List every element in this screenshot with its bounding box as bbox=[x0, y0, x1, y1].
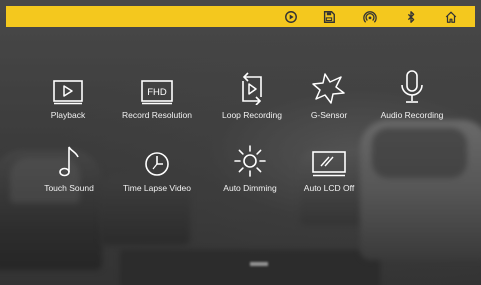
menu-item-label: Record Resolution bbox=[122, 110, 192, 120]
menu-item-g-sensor[interactable]: G-Sensor bbox=[285, 69, 373, 129]
menu-item-time-lapse-video[interactable]: Time Lapse Video bbox=[113, 142, 201, 202]
menu-item-auto-dimming[interactable]: Auto Dimming bbox=[206, 142, 294, 202]
menu-item-playback[interactable]: Playback bbox=[24, 69, 112, 129]
menu-item-audio-recording[interactable]: Audio Recording bbox=[368, 69, 456, 129]
menu-item-touch-sound[interactable]: Touch Sound bbox=[25, 142, 113, 202]
menu-item-label: Time Lapse Video bbox=[122, 183, 192, 193]
clock-icon bbox=[113, 142, 201, 178]
menu-item-record-resolution[interactable]: FHD Record Resolution bbox=[113, 69, 201, 129]
wifi-hotspot-icon[interactable] bbox=[361, 8, 378, 25]
menu-item-label: Audio Recording bbox=[380, 110, 444, 120]
bluetooth-icon[interactable] bbox=[402, 8, 419, 25]
menu-item-loop-recording[interactable]: Loop Recording bbox=[208, 69, 296, 129]
screen-off-icon bbox=[285, 142, 373, 178]
menu-item-auto-lcd-off[interactable]: Auto LCD Off bbox=[285, 142, 373, 202]
menu-item-label: Auto LCD Off bbox=[303, 183, 355, 193]
storage-card-icon[interactable] bbox=[320, 8, 337, 25]
play-square-icon bbox=[24, 69, 112, 105]
music-note-icon bbox=[25, 142, 113, 178]
home-icon[interactable] bbox=[442, 8, 459, 25]
dashcam-screen: Playback FHD Record Resolution Loop Reco… bbox=[0, 0, 481, 285]
status-bar bbox=[6, 6, 475, 27]
loop-recording-icon bbox=[208, 69, 296, 105]
microphone-icon bbox=[368, 69, 456, 105]
fhd-icon-text: FHD bbox=[147, 87, 167, 98]
star-burst-icon bbox=[285, 69, 373, 105]
sun-icon bbox=[206, 142, 294, 178]
playback-mode-icon[interactable] bbox=[282, 8, 299, 25]
fhd-icon: FHD bbox=[113, 69, 201, 105]
